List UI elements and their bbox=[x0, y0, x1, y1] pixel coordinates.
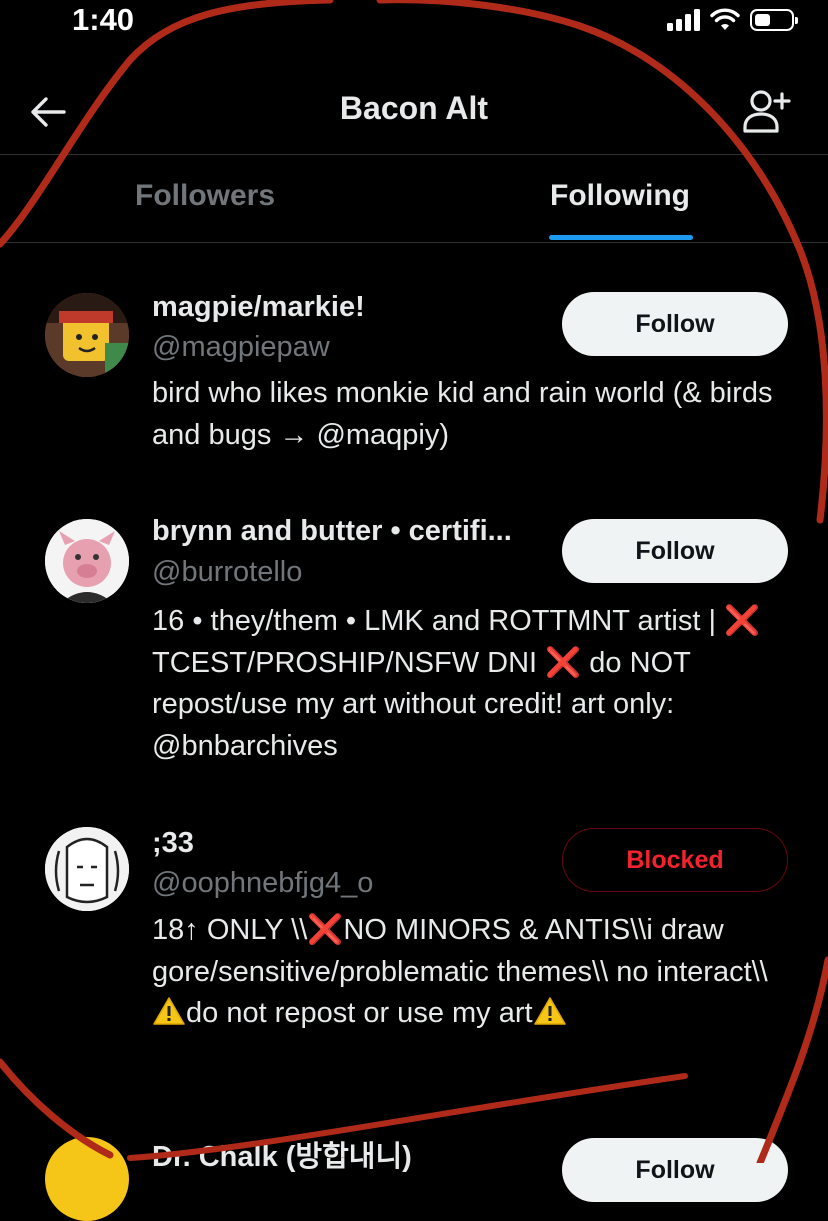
cross-mark-icon: ❌ bbox=[724, 605, 761, 637]
warning-icon bbox=[533, 997, 566, 1025]
warning-icon bbox=[153, 997, 185, 1025]
status-bar: 1:40 bbox=[0, 0, 828, 48]
tab-bar: Followers Following bbox=[0, 155, 828, 242]
cross-mark-icon: ❌ bbox=[307, 914, 344, 946]
wifi-icon bbox=[710, 8, 740, 30]
avatar-image bbox=[45, 519, 129, 603]
user-name[interactable]: ;33 bbox=[152, 827, 194, 860]
follow-button[interactable]: Follow bbox=[562, 292, 788, 356]
blocked-button[interactable]: Blocked bbox=[562, 828, 788, 892]
battery-level bbox=[755, 14, 771, 26]
status-time: 1:40 bbox=[72, 2, 135, 37]
add-user-icon[interactable] bbox=[742, 88, 792, 134]
avatar[interactable] bbox=[45, 293, 129, 377]
tab-following[interactable]: Following bbox=[550, 179, 690, 213]
list-item[interactable]: ;33 @oophnebfjg4_o Blocked 18↑ ONLY \\❌N… bbox=[0, 813, 828, 1133]
bio-text: do not repost or use my art bbox=[186, 997, 533, 1029]
cross-mark-icon: ❌ bbox=[545, 646, 582, 679]
bio-text: 16 • they/them • LMK and ROTTMNT artist … bbox=[152, 605, 716, 637]
avatar[interactable] bbox=[45, 827, 129, 911]
battery-icon bbox=[750, 9, 798, 31]
avatar[interactable] bbox=[45, 519, 129, 603]
avatar-image bbox=[45, 827, 129, 911]
bio-text: 18↑ ONLY \\ bbox=[152, 914, 308, 946]
user-bio: bird who likes monkie kid and rain world… bbox=[152, 377, 773, 451]
status-icons bbox=[667, 8, 798, 32]
avatar-image bbox=[45, 293, 129, 377]
user-handle: @magpiepaw bbox=[152, 331, 330, 363]
avatar[interactable] bbox=[45, 1137, 129, 1221]
list-item[interactable]: brynn and butter • certifi... @burrotell… bbox=[0, 483, 828, 813]
user-name[interactable]: brynn and butter • certifi... bbox=[152, 515, 512, 548]
list-item[interactable]: Dr. Chalk (방합내니) Follow bbox=[0, 1133, 828, 1221]
user-bio: 18↑ ONLY \\❌NO MINORS & ANTIS\\i draw go… bbox=[152, 910, 792, 1035]
user-handle: @burrotello bbox=[152, 556, 303, 588]
tab-followers[interactable]: Followers bbox=[135, 179, 275, 213]
follow-button[interactable]: Follow bbox=[562, 519, 788, 583]
follow-button[interactable]: Follow bbox=[562, 1138, 788, 1202]
user-handle: @oophnebfjg4_o bbox=[152, 867, 374, 899]
page-title: Bacon Alt bbox=[339, 90, 489, 126]
cellular-signal-icon bbox=[667, 9, 700, 31]
user-bio: 16 • they/them • LMK and ROTTMNT artist … bbox=[152, 601, 792, 767]
active-tab-indicator bbox=[549, 235, 693, 240]
user-name[interactable]: Dr. Chalk (방합내니) bbox=[152, 1133, 412, 1175]
user-name[interactable]: magpie/markie! bbox=[152, 291, 365, 324]
nav-header: Bacon Alt bbox=[0, 62, 828, 154]
bio-text: TCEST/PROSHIP/NSFW DNI bbox=[152, 646, 546, 679]
list-item[interactable]: magpie/markie! @magpiepaw Follow bird wh… bbox=[0, 243, 828, 483]
